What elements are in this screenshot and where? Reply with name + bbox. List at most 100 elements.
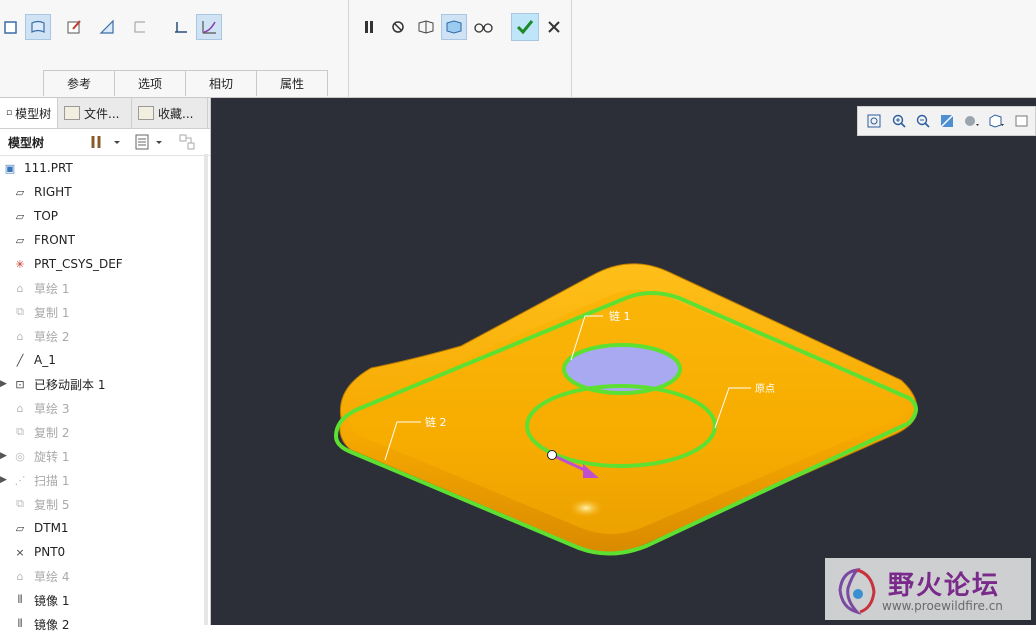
tree-item-label: 镜像 2 <box>34 617 70 632</box>
tree-item-label: 复制 5 <box>34 497 70 512</box>
highlight <box>568 498 604 518</box>
tree-item[interactable]: ▱ FRONT <box>0 228 210 252</box>
tab-favorites[interactable]: 收藏... <box>132 98 208 128</box>
curve-icon[interactable] <box>196 14 222 40</box>
revolve-icon: ◎ <box>15 449 25 463</box>
tree-item-label: 111.PRT <box>24 161 73 175</box>
part-icon: ▣ <box>4 161 16 175</box>
tree-item[interactable]: ⧉ 复制 2 <box>0 420 210 444</box>
surface-icon[interactable] <box>25 14 51 40</box>
tree-item-label: 草绘 4 <box>34 569 70 584</box>
tree-item[interactable]: ⌂ 草绘 2 <box>0 324 210 348</box>
axis-icon: ╱ <box>16 353 24 367</box>
tree-item-label: A_1 <box>34 353 56 367</box>
tree-item[interactable]: ✳ PRT_CSYS_DEF <box>0 252 210 276</box>
tree-item-label: 旋转 1 <box>34 449 70 464</box>
tree-item-label: PNT0 <box>34 545 66 559</box>
copy-icon: ⧉ <box>16 425 24 438</box>
tab-file-browser[interactable]: 文件... <box>58 98 132 128</box>
tree-settings-icon[interactable] <box>90 133 122 154</box>
subtab-options[interactable]: 选项 <box>114 70 186 96</box>
start-point-handle[interactable] <box>547 450 557 460</box>
panel-tabs: ▫ 模型树 文件... 收藏... <box>0 98 210 129</box>
verify-icon[interactable] <box>471 14 497 40</box>
folder-icon <box>64 106 80 120</box>
tree-item-label: DTM1 <box>34 521 69 535</box>
tree-item[interactable]: ▱ RIGHT <box>0 180 210 204</box>
show-menu-icon[interactable] <box>134 133 166 154</box>
tree-item[interactable]: ⌂ 草绘 1 <box>0 276 210 300</box>
expand-arrow-icon[interactable]: ▶ <box>0 379 8 389</box>
cancel-icon[interactable] <box>541 14 567 40</box>
tree-item[interactable]: ⌂ 草绘 4 <box>0 564 210 588</box>
datum-plane-icon: ▱ <box>15 209 25 223</box>
graphics-viewport[interactable]: 链 1 原点 链 2 野火论坛 www.proewildfire.cn <box>211 98 1036 625</box>
section-icon[interactable] <box>168 14 194 40</box>
tree-item-label: 镜像 1 <box>34 593 70 608</box>
pause-icon[interactable] <box>356 14 382 40</box>
tree-item[interactable]: ⫴ 镜像 1 <box>0 588 210 612</box>
tree-header: 模型树 <box>0 129 210 156</box>
favorites-icon <box>138 106 154 120</box>
tree-item-label: RIGHT <box>34 185 72 199</box>
sweep-icon: ⋰ <box>14 473 26 487</box>
no-preview-icon[interactable] <box>385 14 411 40</box>
tab-label: 文件... <box>84 106 120 121</box>
tree-item-label: TOP <box>34 209 59 223</box>
tree-item[interactable]: ⧉ 复制 1 <box>0 300 210 324</box>
part-top-surface <box>349 290 906 534</box>
ok-icon[interactable] <box>511 13 539 41</box>
datum-plane-icon: ▱ <box>15 521 25 535</box>
model-tree: ▣ 111.PRT ▱ RIGHT ▱ TOP ▱ FRONT ✳ PRT_CSYS_DEF ⌂ 草绘… <box>0 156 210 636</box>
tab-label: 收藏... <box>158 106 194 121</box>
label-origin: 原点 <box>755 383 775 395</box>
blank-icon[interactable] <box>127 14 153 40</box>
expand-arrow-icon[interactable]: ▶ <box>0 451 8 461</box>
tree-item[interactable]: × PNT0 <box>0 540 210 564</box>
tree-header-title: 模型树 <box>8 135 45 150</box>
tree-item[interactable]: ▱ DTM1 <box>0 516 210 540</box>
subtab-tangency[interactable]: 相切 <box>185 70 257 96</box>
tree-item-label: FRONT <box>34 233 75 247</box>
tree-item[interactable]: ⫴ 镜像 2 <box>0 612 210 636</box>
tree-item[interactable]: ▶ ◎ 旋转 1 <box>0 444 210 468</box>
dashboard-subtabs: 参考 选项 相切 属性 <box>43 70 328 96</box>
tree-item-label: 草绘 2 <box>34 329 70 344</box>
watermark: 野火论坛 www.proewildfire.cn <box>825 558 1031 620</box>
subtab-properties[interactable]: 属性 <box>256 70 328 96</box>
panel-scrollbar[interactable] <box>204 154 208 625</box>
moved-copy-icon: ⊡ <box>15 377 25 391</box>
tree-item-label: 已移动副本 1 <box>34 377 106 392</box>
datum-plane-icon: ▱ <box>15 233 25 247</box>
tab-label: 模型树 <box>15 106 52 121</box>
filter-icon[interactable] <box>178 133 200 154</box>
tree-item-label: 草绘 1 <box>34 281 70 296</box>
tree-item[interactable]: ▶ ⋰ 扫描 1 <box>0 468 210 492</box>
attached-preview-icon[interactable] <box>441 14 467 40</box>
ribbon-separator <box>348 0 349 97</box>
solid-icon[interactable] <box>0 14 24 40</box>
tree-tab-icon: ▫ <box>6 108 13 118</box>
watermark-url: www.proewildfire.cn <box>882 599 1003 613</box>
tree-item-label: 扫描 1 <box>34 473 70 488</box>
model-canvas: 链 1 原点 链 2 <box>333 263 918 556</box>
tree-item[interactable]: ▱ TOP <box>0 204 210 228</box>
tree-item-label: 复制 1 <box>34 305 70 320</box>
thicken-icon[interactable] <box>94 14 120 40</box>
tree-item[interactable]: ╱ A_1 <box>0 348 210 372</box>
tree-item[interactable]: ▣ 111.PRT <box>0 156 210 180</box>
watermark-title: 野火论坛 <box>888 571 1001 601</box>
subtab-references[interactable]: 参考 <box>43 70 115 96</box>
sketch-icon: ⌂ <box>16 401 24 415</box>
tree-item[interactable]: ⧉ 复制 5 <box>0 492 210 516</box>
expand-arrow-icon[interactable]: ▶ <box>0 475 8 485</box>
tree-item-label: 复制 2 <box>34 425 70 440</box>
tab-model-tree[interactable]: ▫ 模型树 <box>0 98 58 128</box>
label-chain2: 链 2 <box>425 415 447 429</box>
mirror-icon: ⫴ <box>17 593 23 606</box>
ribbon-separator <box>571 0 572 97</box>
tree-item[interactable]: ⌂ 草绘 3 <box>0 396 210 420</box>
tree-item[interactable]: ▶ ⊡ 已移动副本 1 <box>0 372 210 396</box>
preview-icon[interactable] <box>413 14 439 40</box>
edit-sketch-icon[interactable] <box>61 14 87 40</box>
